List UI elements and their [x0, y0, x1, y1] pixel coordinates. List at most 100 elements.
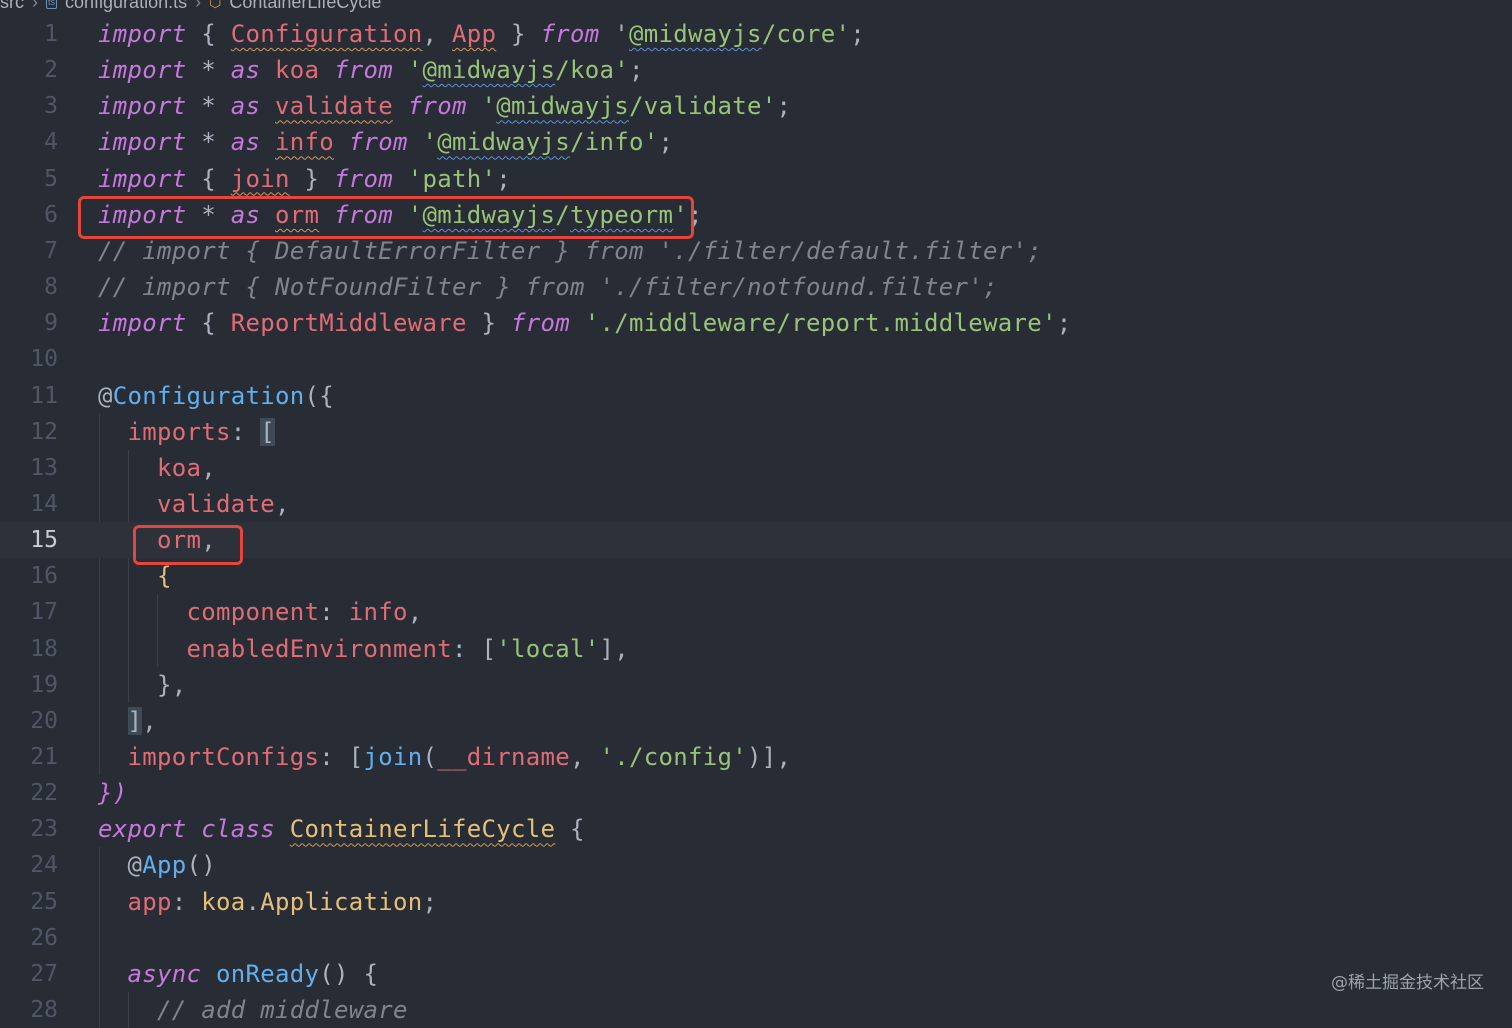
code-token: ; [1056, 309, 1072, 338]
code-token: ReportMiddleware [230, 309, 467, 338]
code-line[interactable]: 2 import * as koa from '@midwayjs/koa'; [0, 52, 1512, 88]
line-number: 12 [30, 418, 58, 445]
code-token: validate [157, 489, 275, 518]
code-line[interactable]: 3 import * as validate from '@midwayjs/va… [0, 88, 1512, 124]
code-token: from [348, 128, 408, 157]
code-token: } [496, 20, 541, 48]
code-token: , [407, 598, 423, 627]
code-line[interactable]: 1 import { Configuration, App } from '@mi… [0, 16, 1512, 52]
code-line[interactable]: 23 export class ContainerLifeCycle { [0, 811, 1512, 847]
code-token: onReady [216, 959, 320, 988]
code-text: app: koa.Application; [98, 884, 437, 920]
line-number: 11 [30, 382, 58, 409]
code-token: class [201, 815, 275, 844]
code-line[interactable]: 18 enabledEnvironment: ['local'], [0, 631, 1512, 667]
code-token: ' [407, 128, 438, 157]
code-line[interactable]: 10 [0, 341, 1512, 377]
code-text: import * as info from '@midwayjs/info'; [98, 124, 673, 160]
code-token: import [98, 164, 187, 193]
code-line[interactable]: 21 importConfigs: [join(__dirname, './co… [0, 739, 1512, 775]
line-number: 24 [30, 852, 58, 879]
code-line[interactable]: 24 @App() [0, 847, 1512, 883]
breadcrumb-folder[interactable]: src [0, 0, 24, 13]
code-line[interactable]: 26 [0, 920, 1512, 956]
code-line[interactable]: 17 component: info, [0, 594, 1512, 630]
highlight-box-orm-import [78, 196, 694, 239]
code-token: /validate' [629, 92, 777, 121]
code-line[interactable]: 11 @Configuration({ [0, 378, 1512, 414]
line-number: 3 [44, 93, 58, 120]
code-token: import [98, 128, 187, 157]
code-token: ' [393, 56, 423, 85]
code-token: , [275, 489, 290, 518]
code-token: ; [422, 887, 438, 916]
code-line[interactable]: 20 ], [0, 703, 1512, 739]
code-line[interactable]: 22}) [0, 775, 1512, 811]
code-token: ; [496, 164, 511, 193]
code-line[interactable]: 13 koa, [0, 450, 1512, 486]
code-token: as [230, 56, 261, 85]
line-number: 25 [30, 888, 58, 915]
code-token: : [230, 417, 261, 446]
code-line[interactable]: 5 import { join } from 'path'; [0, 161, 1512, 197]
code-token: ({ [304, 381, 334, 410]
code-token: { [555, 815, 585, 844]
code-token: * [186, 92, 231, 121]
code-text: importConfigs: [join(__dirname, './confi… [98, 739, 791, 775]
code-line[interactable]: 4 import * as info from '@midwayjs/info'; [0, 124, 1512, 160]
code-token: ' [599, 20, 629, 48]
line-number: 4 [44, 129, 58, 156]
code-token: enabledEnvironment [186, 634, 452, 663]
code-line[interactable]: 9 import { ReportMiddleware } from './mid… [0, 305, 1512, 341]
watermark: @稀土掘金技术社区 [1331, 973, 1484, 993]
code-token: // import { NotFoundFilter } from './fil… [98, 273, 998, 302]
code-token: import [98, 20, 187, 48]
code-line[interactable]: 14 validate, [0, 486, 1512, 522]
code-token: App [142, 851, 187, 880]
code-line[interactable]: 19 }, [0, 667, 1512, 703]
code-token: , [142, 706, 157, 735]
code-token: } [466, 309, 511, 338]
code-token: import [98, 56, 187, 85]
code-line[interactable]: 12 imports: [ [0, 414, 1512, 450]
code-token: async [127, 959, 202, 988]
code-token: ; [629, 56, 644, 85]
line-number: 22 [30, 780, 58, 807]
line-number: 21 [30, 744, 58, 770]
code-token: : [319, 598, 349, 627]
code-line[interactable]: 8 // import { NotFoundFilter } from './fi… [0, 269, 1512, 305]
code-line[interactable]: 25 app: koa.Application; [0, 884, 1512, 920]
code-text: ], [98, 703, 157, 739]
code-token: @ [98, 851, 143, 880]
code-token: from [334, 56, 393, 85]
code-text: enabledEnvironment: ['local'], [98, 631, 629, 667]
code-token: ; [850, 20, 865, 48]
breadcrumb-file[interactable]: configuration.ts [65, 0, 187, 13]
code-token: @ [98, 381, 113, 410]
highlight-box-orm-entry [133, 525, 243, 565]
code-token: @midwayjs [437, 128, 570, 157]
code-token: * [186, 56, 231, 85]
code-line[interactable]: 27 async onReady() { [0, 956, 1512, 992]
line-number: 16 [30, 563, 58, 590]
code-token: info [275, 128, 334, 157]
breadcrumb-symbol[interactable]: ContainerLifeCycle [229, 0, 381, 13]
code-text: async onReady() { [98, 956, 378, 992]
code-line[interactable]: 28 // add middleware [0, 992, 1512, 1028]
code-text: imports: [ [98, 414, 275, 450]
code-token: }) [98, 779, 128, 808]
breadcrumb-separator-icon: › [32, 0, 38, 12]
code-token: : [171, 887, 202, 916]
code-token: }, [98, 670, 187, 699]
code-token: . [245, 887, 261, 916]
